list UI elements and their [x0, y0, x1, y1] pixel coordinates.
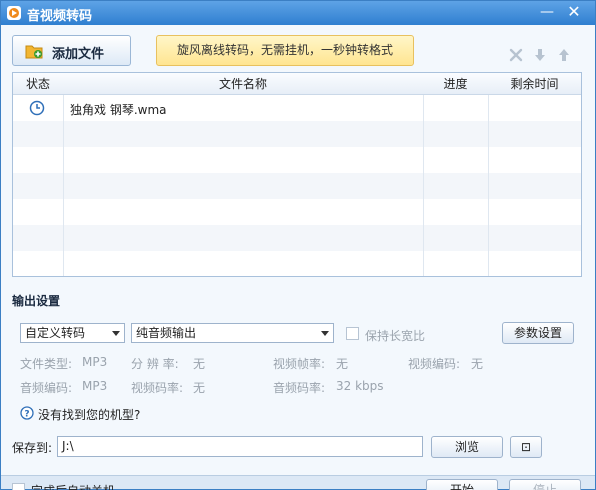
minimize-button[interactable]: —: [534, 2, 560, 22]
browse-button[interactable]: 浏览: [431, 436, 503, 458]
add-file-button[interactable]: 添加文件: [12, 35, 131, 66]
window-title: 音视频转码: [27, 9, 93, 24]
close-button[interactable]: ✕: [561, 2, 587, 22]
svg-text:?: ?: [24, 410, 29, 420]
chevron-down-icon: [112, 331, 120, 336]
delete-icon[interactable]: [508, 47, 524, 63]
table-row-empty: [13, 173, 581, 199]
clock-icon: [29, 100, 45, 116]
video-framerate-label: 视频帧率:: [273, 357, 326, 371]
help-icon[interactable]: ?: [20, 406, 34, 420]
video-framerate-value: 无: [336, 357, 349, 371]
audio-bitrate-value: 32 kbps: [336, 379, 384, 393]
resolution-label: 分 辨 率:: [131, 357, 179, 371]
file-type-value: MP3: [82, 355, 108, 369]
video-codec-value: 无: [471, 357, 484, 371]
audio-codec-label: 音频编码:: [20, 381, 73, 395]
output-type-value: 纯音频输出: [136, 326, 197, 340]
table-row-empty: [13, 147, 581, 173]
add-folder-icon: [25, 45, 43, 59]
file-type-label: 文件类型:: [20, 357, 73, 371]
open-folder-button[interactable]: ⊡: [510, 436, 542, 458]
table-row[interactable]: 独角戏 钢琴.wma: [13, 95, 581, 121]
column-header-filename[interactable]: 文件名称: [63, 73, 423, 95]
keep-ratio-checkbox[interactable]: [346, 327, 359, 340]
output-type-select[interactable]: 纯音频输出: [131, 323, 334, 343]
transcode-mode-select[interactable]: 自定义转码: [20, 323, 125, 343]
transcode-mode-value: 自定义转码: [25, 326, 86, 340]
table-row-empty: [13, 199, 581, 225]
video-bitrate-label: 视频码率:: [131, 381, 184, 395]
chevron-down-icon: [321, 331, 329, 336]
file-table: 独角戏 钢琴.wma 状态 文件名称 进度 剩余时间: [12, 72, 582, 277]
save-to-label: 保存到:: [12, 441, 53, 455]
table-header: 状态 文件名称 进度 剩余时间: [13, 73, 581, 95]
video-codec-label: 视频编码:: [408, 357, 461, 371]
audio-bitrate-label: 音频码率:: [273, 381, 326, 395]
move-up-icon[interactable]: [556, 47, 572, 63]
offline-transcode-banner[interactable]: 旋风离线转码，无需挂机，一秒钟转格式: [156, 35, 414, 66]
column-header-remaining[interactable]: 剩余时间: [488, 73, 581, 95]
move-down-icon[interactable]: [532, 47, 548, 63]
add-file-label: 添加文件: [52, 47, 105, 62]
stop-button[interactable]: 停止: [509, 479, 581, 490]
save-path-input[interactable]: J:\: [57, 436, 423, 457]
converter-window: 音视频转码 — ✕ 添加文件 旋风离线转码，无需挂机，一秒钟转格式 独角戏 钢琴…: [0, 0, 596, 490]
table-row-empty: [13, 225, 581, 251]
app-logo-icon: [7, 6, 21, 20]
output-settings-title: 输出设置: [12, 294, 61, 308]
column-header-status[interactable]: 状态: [13, 73, 63, 95]
device-not-found-link[interactable]: 没有找到您的机型?: [38, 406, 140, 423]
audio-codec-value: MP3: [82, 379, 108, 393]
parameter-settings-button[interactable]: 参数设置: [502, 322, 574, 344]
auto-shutdown-label: 完成后自动关机: [31, 482, 115, 490]
column-divider: [63, 73, 64, 276]
resolution-value: 无: [193, 357, 206, 371]
column-header-progress[interactable]: 进度: [423, 73, 488, 95]
keep-ratio-label: 保持长宽比: [365, 329, 426, 343]
table-row-empty: [13, 121, 581, 147]
video-bitrate-value: 无: [193, 381, 206, 395]
auto-shutdown-checkbox[interactable]: [12, 483, 25, 490]
column-divider: [423, 73, 424, 276]
file-name-cell: 独角戏 钢琴.wma: [70, 103, 167, 117]
column-divider: [488, 73, 489, 276]
title-bar[interactable]: 音视频转码 — ✕: [1, 1, 595, 25]
start-button[interactable]: 开始: [426, 479, 498, 490]
table-row-empty: [13, 251, 581, 276]
